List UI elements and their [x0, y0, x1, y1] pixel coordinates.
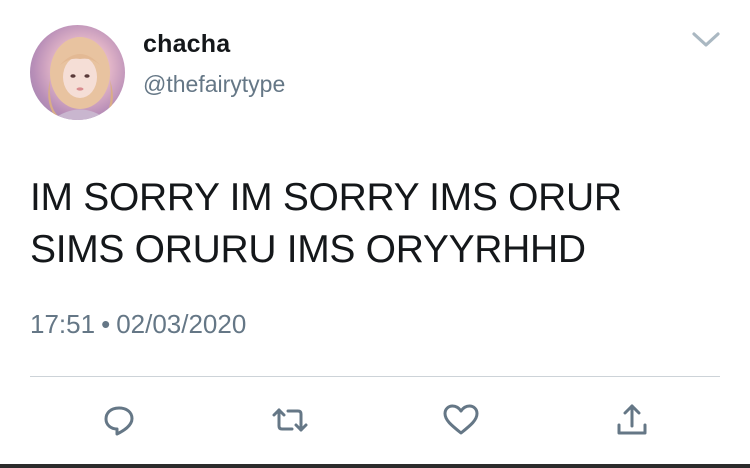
reply-icon	[104, 406, 134, 436]
share-button[interactable]	[610, 398, 654, 442]
like-button[interactable]	[439, 398, 483, 442]
display-name[interactable]: chacha	[143, 30, 230, 59]
reply-button[interactable]	[97, 398, 141, 442]
avatar-image	[48, 37, 113, 120]
tweet-date: 02/03/2020	[116, 309, 247, 339]
tweet-card: chacha @thefairytype IM SORRY IM SORRY I…	[0, 0, 750, 468]
tweet-timestamp[interactable]: 17:51 • 02/03/2020	[30, 309, 246, 340]
user-handle[interactable]: @thefairytype	[143, 71, 285, 98]
avatar[interactable]	[30, 25, 125, 120]
retweet-button[interactable]	[268, 398, 312, 442]
retweet-icon	[272, 408, 308, 432]
chevron-down-icon[interactable]	[690, 27, 722, 51]
tweet-time: 17:51	[30, 309, 96, 339]
share-icon	[617, 404, 647, 435]
divider	[30, 376, 720, 377]
timestamp-separator: •	[101, 309, 111, 339]
heart-icon	[443, 404, 479, 435]
tweet-text: IM SORRY IM SORRY IMS ORUR SIMS ORURU IM…	[30, 176, 622, 271]
bottom-border	[0, 464, 750, 468]
action-bar	[0, 398, 750, 442]
